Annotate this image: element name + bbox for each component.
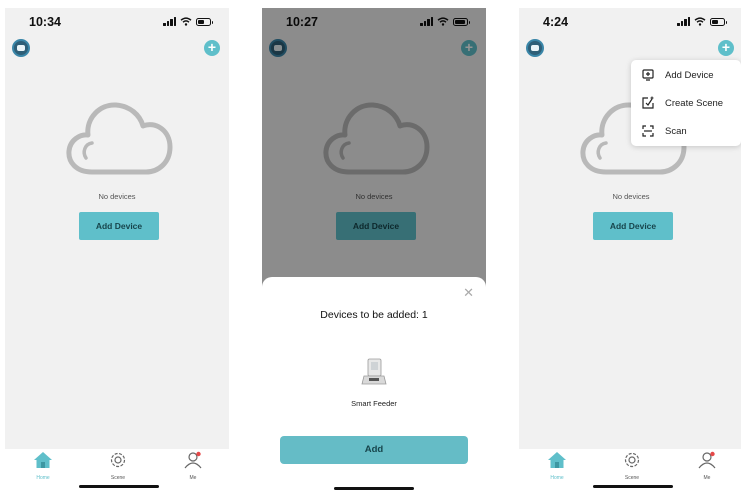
close-icon[interactable]: ✕: [463, 285, 474, 301]
tab-me[interactable]: Me: [687, 451, 727, 481]
gear-icon: [110, 452, 126, 468]
battery-icon: [710, 18, 727, 26]
menu-item-label: Add Device: [665, 69, 714, 81]
sheet-title: Devices to be added: 1: [320, 309, 428, 321]
bottom-sheet: ✕ Devices to be added: 1 Smart Feeder Ad…: [262, 277, 486, 494]
tab-me-label: Me: [189, 475, 197, 481]
menu-item-scan[interactable]: Scan: [631, 117, 741, 145]
tab-home[interactable]: Home: [537, 451, 577, 481]
gear-icon: [624, 452, 640, 468]
add-device-button[interactable]: Add Device: [593, 212, 673, 240]
device-name: Smart Feeder: [351, 399, 397, 408]
cloud-icon: [66, 102, 173, 175]
menu-item-create-scene[interactable]: Create Scene: [631, 89, 741, 117]
tab-home-label: Home: [36, 475, 50, 481]
screen-home-menu: 4:24 + No devices Add Device Add Device …: [519, 8, 741, 494]
add-device-button[interactable]: Add Device: [79, 212, 159, 240]
robot-avatar-icon[interactable]: [12, 39, 30, 57]
empty-state-text: No devices: [612, 192, 650, 201]
add-device-icon: [642, 69, 654, 81]
add-plus-button[interactable]: +: [718, 40, 734, 56]
add-plus-button[interactable]: +: [204, 40, 220, 56]
home-icon: [548, 452, 566, 468]
tab-scene[interactable]: Scene: [98, 451, 138, 481]
empty-state-text: No devices: [98, 192, 136, 201]
screen-home-empty: 10:34 + No devices Add Device Home Scene…: [5, 8, 229, 494]
smart-feeder-icon[interactable]: [359, 357, 389, 387]
tab-me[interactable]: Me: [173, 451, 213, 481]
home-indicator: [334, 487, 414, 490]
menu-item-add-device[interactable]: Add Device: [631, 61, 741, 89]
scan-icon: [642, 125, 654, 137]
tab-bar: Home Scene Me: [5, 449, 229, 494]
status-time: 10:34: [29, 15, 61, 29]
popup-menu: Add Device Create Scene Scan: [631, 60, 741, 146]
person-icon: [184, 451, 202, 469]
status-bar: 4:24: [519, 8, 741, 34]
tab-scene-label: Scene: [110, 475, 126, 481]
wifi-icon: [180, 17, 192, 26]
add-button[interactable]: Add: [280, 436, 468, 464]
screen-add-sheet: 10:27 + No devices Add Device ✕ Devices …: [262, 8, 486, 494]
signal-icon: [163, 17, 176, 26]
wifi-icon: [694, 17, 706, 26]
robot-avatar-icon[interactable]: [526, 39, 544, 57]
tab-scene-label: Scene: [624, 475, 640, 481]
home-icon: [34, 452, 52, 468]
status-time: 4:24: [543, 15, 569, 29]
tab-me-label: Me: [703, 475, 711, 481]
home-indicator: [593, 485, 673, 488]
menu-item-label: Create Scene: [665, 97, 724, 109]
create-scene-icon: [642, 96, 654, 109]
tab-home[interactable]: Home: [23, 451, 63, 481]
signal-icon: [677, 17, 690, 26]
tab-scene[interactable]: Scene: [612, 451, 652, 481]
person-icon: [698, 451, 716, 469]
menu-item-label: Scan: [665, 125, 687, 137]
battery-icon: [196, 18, 213, 26]
tab-home-label: Home: [550, 475, 564, 481]
tab-bar: Home Scene Me: [519, 449, 741, 494]
status-bar: 10:34: [5, 8, 229, 34]
home-indicator: [79, 485, 159, 488]
